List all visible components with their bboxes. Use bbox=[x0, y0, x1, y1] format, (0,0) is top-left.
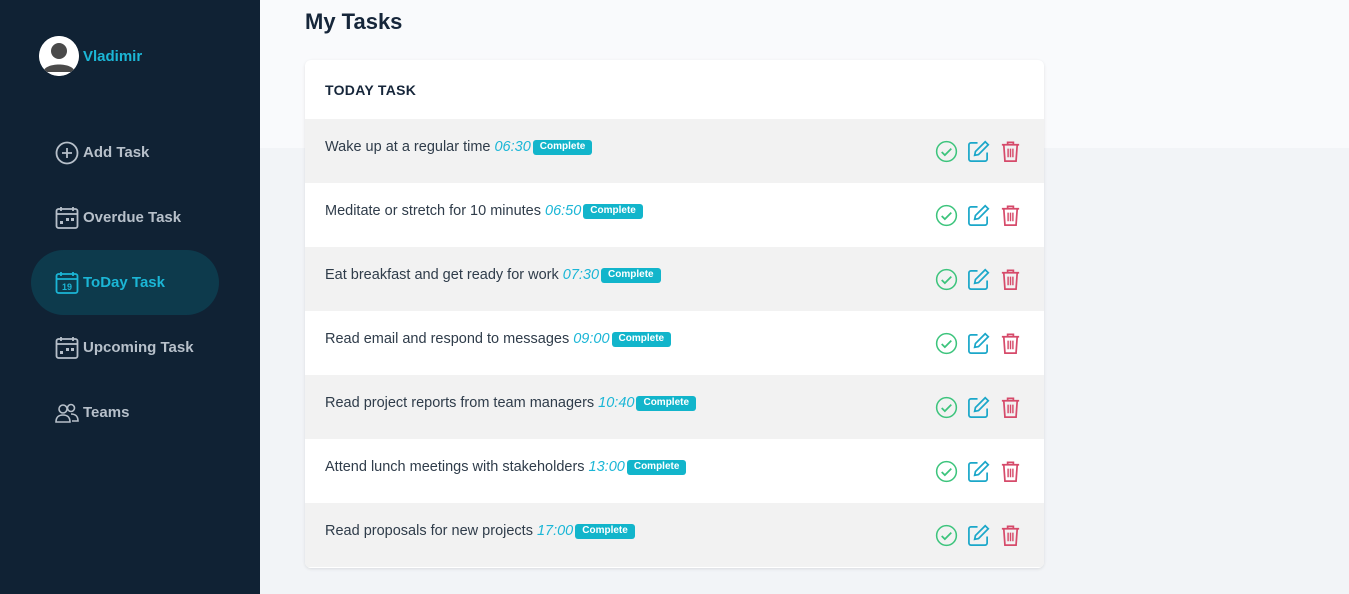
avatar bbox=[39, 36, 79, 76]
user-avatar-icon bbox=[39, 36, 79, 76]
trash-icon[interactable] bbox=[998, 523, 1022, 547]
status-badge: Complete bbox=[575, 523, 635, 539]
task-text: Read email and respond to messages bbox=[325, 331, 570, 347]
user-name: Vladimir bbox=[83, 47, 143, 65]
edit-icon[interactable] bbox=[966, 459, 990, 483]
edit-icon[interactable] bbox=[966, 523, 990, 547]
check-circle-icon[interactable] bbox=[934, 395, 958, 419]
check-circle-icon[interactable] bbox=[934, 139, 958, 163]
task-time: 09:00 bbox=[573, 331, 610, 347]
sidebar-item-label: Teams bbox=[83, 404, 130, 421]
calendar-today-icon: 19 bbox=[54, 270, 79, 295]
sidebar-item-add-task[interactable]: Add Task bbox=[31, 120, 219, 185]
sidebar-nav: Add Task Overdue Task 19 ToDay Task Upco… bbox=[31, 120, 219, 445]
task-actions bbox=[934, 203, 1022, 227]
calendar-icon bbox=[54, 335, 79, 360]
calendar-icon bbox=[54, 205, 79, 230]
trash-icon[interactable] bbox=[998, 139, 1022, 163]
task-time: 07:30 bbox=[562, 267, 600, 283]
sidebar-item-teams[interactable]: Teams bbox=[31, 380, 219, 445]
page-title: My Tasks bbox=[305, 9, 403, 34]
task-row: Read project reports from team managers … bbox=[305, 375, 1044, 439]
task-text: Meditate or stretch for 10 minutes bbox=[325, 203, 541, 219]
check-circle-icon[interactable] bbox=[934, 203, 958, 227]
check-circle-icon[interactable] bbox=[934, 459, 958, 483]
sidebar-item-upcoming-task[interactable]: Upcoming Task bbox=[31, 315, 219, 380]
task-text: Eat breakfast and get ready for work bbox=[325, 267, 559, 283]
trash-icon[interactable] bbox=[998, 459, 1022, 483]
task-card: TODAY TASK Wake up at a regular time 06:… bbox=[305, 60, 1044, 568]
sidebar: Vladimir Add Task Overdue Task 19 ToDay … bbox=[0, 0, 260, 594]
task-row: Attend lunch meetings with stakeholders … bbox=[305, 439, 1044, 503]
task-actions bbox=[934, 331, 1022, 355]
task-text: Wake up at a regular time bbox=[325, 139, 491, 155]
sidebar-item-label: Upcoming Task bbox=[83, 339, 194, 356]
task-actions bbox=[934, 139, 1022, 163]
edit-icon[interactable] bbox=[966, 331, 990, 355]
trash-icon[interactable] bbox=[998, 395, 1022, 419]
edit-icon[interactable] bbox=[966, 395, 990, 419]
task-time: 10:40 bbox=[598, 395, 635, 411]
plus-circle-icon bbox=[54, 140, 79, 165]
card-header: TODAY TASK bbox=[325, 81, 417, 98]
sidebar-item-label: ToDay Task bbox=[83, 274, 165, 291]
check-circle-icon[interactable] bbox=[934, 523, 958, 547]
edit-icon[interactable] bbox=[966, 139, 990, 163]
status-badge: Complete bbox=[532, 139, 593, 155]
task-actions bbox=[934, 395, 1022, 419]
status-badge: Complete bbox=[611, 331, 672, 347]
status-badge: Complete bbox=[583, 203, 643, 219]
trash-icon[interactable] bbox=[998, 203, 1022, 227]
task-list: Wake up at a regular time 06:30 Complete… bbox=[305, 119, 1044, 567]
task-row: Meditate or stretch for 10 minutes 06:50… bbox=[305, 183, 1044, 247]
user-profile[interactable]: Vladimir bbox=[39, 36, 142, 76]
people-icon bbox=[54, 400, 79, 425]
sidebar-item-overdue-task[interactable]: Overdue Task bbox=[31, 185, 219, 250]
trash-icon[interactable] bbox=[998, 267, 1022, 291]
task-time: 17:00 bbox=[536, 523, 574, 539]
task-actions bbox=[934, 459, 1022, 483]
status-badge: Complete bbox=[626, 459, 687, 475]
sidebar-item-today-task[interactable]: 19 ToDay Task bbox=[31, 250, 219, 315]
status-badge: Complete bbox=[636, 395, 697, 411]
sidebar-item-label: Overdue Task bbox=[83, 209, 182, 226]
task-row: Wake up at a regular time 06:30 Complete bbox=[305, 119, 1044, 183]
task-text: Attend lunch meetings with stakeholders bbox=[325, 459, 585, 475]
task-time: 06:30 bbox=[494, 139, 531, 155]
check-circle-icon[interactable] bbox=[934, 267, 958, 291]
check-circle-icon[interactable] bbox=[934, 331, 958, 355]
edit-icon[interactable] bbox=[966, 267, 990, 291]
trash-icon[interactable] bbox=[998, 331, 1022, 355]
edit-icon[interactable] bbox=[966, 203, 990, 227]
task-time: 13:00 bbox=[588, 459, 625, 475]
task-row: Read email and respond to messages 09:00… bbox=[305, 311, 1044, 375]
task-row: Eat breakfast and get ready for work 07:… bbox=[305, 247, 1044, 311]
svg-text:19: 19 bbox=[61, 282, 71, 292]
task-row: Read proposals for new projects 17:00 Co… bbox=[305, 503, 1044, 567]
task-actions bbox=[934, 523, 1022, 547]
sidebar-item-label: Add Task bbox=[83, 144, 150, 161]
task-time: 06:50 bbox=[545, 203, 582, 219]
task-actions bbox=[934, 267, 1022, 291]
status-badge: Complete bbox=[601, 267, 661, 283]
task-text: Read project reports from team managers bbox=[325, 395, 595, 411]
task-text: Read proposals for new projects bbox=[325, 523, 533, 539]
